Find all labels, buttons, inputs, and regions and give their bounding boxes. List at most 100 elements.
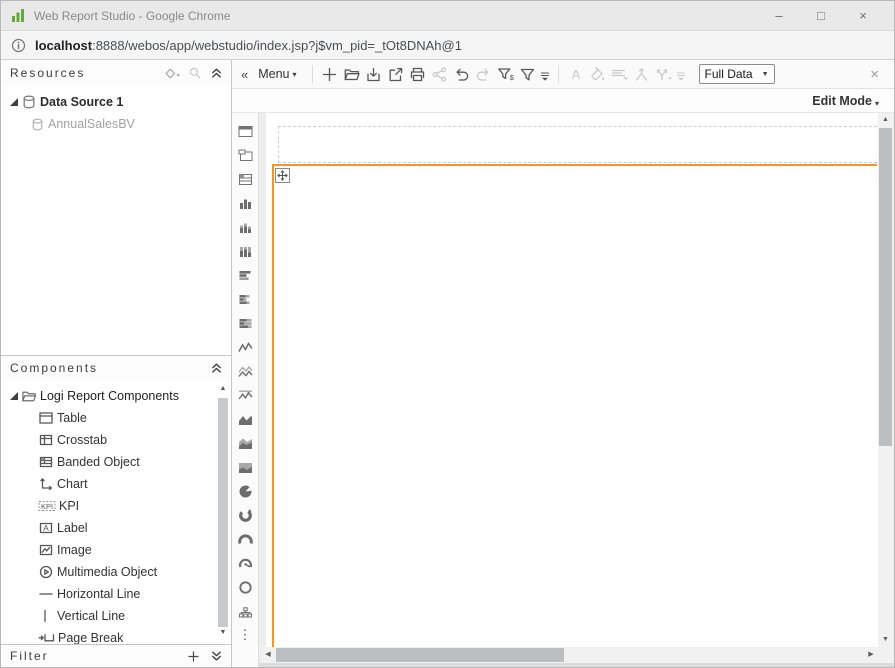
page-info-icon[interactable] (11, 38, 26, 53)
address-bar[interactable]: localhost:8888/webos/app/webstudio/index… (1, 31, 894, 60)
move-handle[interactable] (275, 168, 290, 183)
ring-chart-icon[interactable] (232, 575, 259, 599)
component-item-horizontal-line[interactable]: Horizontal Line (1, 583, 231, 605)
edit-mode-button[interactable]: Edit Mode (812, 94, 872, 108)
more-components-icon[interactable]: ⋮ (232, 623, 259, 647)
export-icon[interactable] (385, 62, 407, 86)
browser-window: Web Report Studio - Google Chrome – □ × … (0, 0, 895, 668)
expand-collapse-icon[interactable] (9, 391, 21, 401)
svg-text:A: A (571, 68, 580, 82)
component-item-crosstab[interactable]: Crosstab (1, 429, 231, 451)
stacked-bar-chart-icon[interactable] (232, 287, 259, 311)
pie-chart-icon[interactable] (232, 479, 259, 503)
app-logo-icon (11, 8, 26, 23)
component-item-kpi[interactable]: KPI KPI (1, 495, 231, 517)
line-chart-icon[interactable] (232, 335, 259, 359)
percent-area-chart-icon[interactable] (232, 455, 259, 479)
display-options-icon[interactable] (165, 67, 180, 80)
report-canvas[interactable]: ▲ ▼ ◀ ▶ (259, 113, 894, 667)
scroll-down-icon[interactable]: ▼ (216, 629, 230, 641)
resources-panel-header: Resources (1, 60, 231, 86)
insert-banded-object-icon[interactable] (232, 167, 259, 191)
filter-icon[interactable] (517, 62, 539, 86)
filter-panel-title: Filter (10, 649, 49, 663)
maximize-button[interactable]: □ (800, 2, 842, 30)
titlebar: Web Report Studio - Google Chrome – □ × (1, 1, 894, 31)
insert-table-icon[interactable] (232, 119, 259, 143)
collapse-components-icon[interactable] (210, 361, 223, 375)
multi-line-chart-icon[interactable] (232, 359, 259, 383)
data-mode-value: Full Data (705, 67, 753, 81)
report-page[interactable] (266, 113, 878, 647)
scroll-right-icon[interactable]: ▶ (864, 647, 878, 663)
component-item-chart[interactable]: Chart (1, 473, 231, 495)
donut-chart-icon[interactable] (232, 503, 259, 527)
scrollbar-thumb[interactable] (276, 648, 564, 662)
filter-panel-header: Filter (1, 644, 231, 667)
add-filter-icon[interactable] (187, 650, 200, 663)
scroll-up-icon[interactable]: ▲ (216, 385, 230, 397)
print-icon[interactable] (407, 62, 429, 86)
collapse-sidebar-icon[interactable]: « (236, 67, 255, 82)
scroll-left-icon[interactable]: ◀ (261, 647, 275, 663)
component-item-table[interactable]: Table (1, 407, 231, 429)
organization-widget-icon[interactable] (232, 599, 259, 623)
url-text[interactable]: localhost:8888/webos/app/webstudio/index… (35, 38, 462, 53)
datasource-icon (21, 94, 37, 110)
data-mode-select[interactable]: Full Data ▼ (699, 64, 775, 84)
scrollbar-thumb[interactable] (879, 128, 892, 446)
menu-button[interactable]: Menu ▾ (258, 67, 296, 81)
meter-chart-icon[interactable] (232, 551, 259, 575)
component-item-vertical-line[interactable]: Vertical Line (1, 605, 231, 627)
toolbar-more-icon[interactable] (539, 62, 552, 86)
component-item-multimedia[interactable]: Multimedia Object (1, 561, 231, 583)
window-controls: – □ × (758, 2, 884, 30)
collapse-resources-icon[interactable] (210, 66, 223, 80)
tree-node-business-view[interactable]: AnnualSalesBV (1, 113, 231, 135)
components-root-label: Logi Report Components (40, 389, 179, 403)
tree-node-components-root[interactable]: Logi Report Components (1, 385, 231, 407)
component-item-page-break[interactable]: Page Break (1, 627, 231, 644)
bar-chart-icon[interactable] (232, 263, 259, 287)
tree-node-datasource[interactable]: Data Source 1 (1, 91, 231, 113)
stacked-area-chart-icon[interactable] (232, 431, 259, 455)
area-chart-icon[interactable] (232, 407, 259, 431)
line-marker-chart-icon[interactable] (232, 383, 259, 407)
component-item-banded-object[interactable]: Banded Object (1, 451, 231, 473)
url-host: localhost (35, 38, 92, 53)
components-panel: Components (1, 355, 231, 644)
gauge-chart-icon[interactable] (232, 527, 259, 551)
sidebar: Resources (1, 60, 232, 667)
split-icon (653, 62, 675, 86)
new-icon[interactable] (319, 62, 341, 86)
column-chart-icon[interactable] (232, 191, 259, 215)
resources-panel-title: Resources (10, 66, 85, 80)
canvas-vertical-scrollbar[interactable]: ▲ ▼ (878, 113, 893, 647)
window-title: Web Report Studio - Google Chrome (34, 9, 231, 23)
percent-column-chart-icon[interactable] (232, 239, 259, 263)
scroll-up-icon[interactable]: ▲ (878, 113, 893, 127)
expand-collapse-icon[interactable] (9, 97, 21, 107)
close-window-button[interactable]: × (842, 2, 884, 30)
save-icon[interactable] (363, 62, 385, 86)
toolbar-more-2-icon[interactable] (675, 62, 688, 86)
percent-bar-chart-icon[interactable] (232, 311, 259, 335)
expand-filter-icon[interactable] (210, 649, 223, 663)
component-item-image[interactable]: Image (1, 539, 231, 561)
scroll-down-icon[interactable]: ▼ (878, 633, 893, 647)
search-icon[interactable] (188, 66, 202, 80)
close-report-icon[interactable]: × (870, 66, 886, 83)
stacked-column-chart-icon[interactable] (232, 215, 259, 239)
minimize-button[interactable]: – (758, 2, 800, 30)
insert-crosstab-icon[interactable] (232, 143, 259, 167)
undo-icon[interactable] (451, 62, 473, 86)
component-item-label[interactable]: A Label (1, 517, 231, 539)
main-area: « Menu ▾ (232, 60, 894, 667)
components-scrollbar[interactable]: ▲ ▼ (216, 385, 230, 641)
open-icon[interactable] (341, 62, 363, 86)
scrollbar-thumb[interactable] (218, 398, 228, 627)
filter-values-icon[interactable]: $ (495, 62, 517, 86)
table-icon (38, 410, 54, 426)
url-path: :8888/webos/app/webstudio/index.jsp?j$vm… (92, 38, 462, 53)
canvas-horizontal-scrollbar[interactable]: ◀ ▶ (261, 647, 878, 663)
